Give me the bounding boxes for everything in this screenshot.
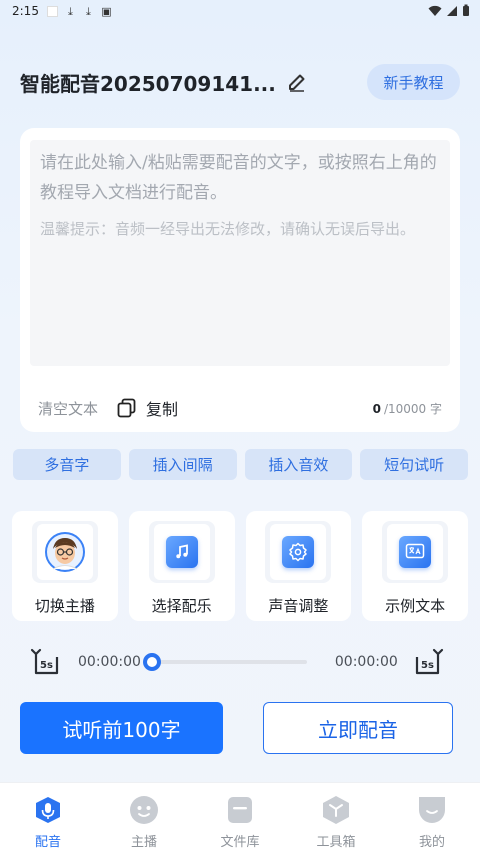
tab-dubbing-label: 配音	[34, 835, 61, 850]
polyphone-button[interactable]: 多音字	[13, 449, 121, 480]
total-time: 00:00:00	[334, 654, 398, 670]
music-note-icon	[165, 536, 198, 568]
tab-library-label: 文件库	[220, 835, 260, 850]
avatar-icon	[44, 532, 85, 572]
char-count: 0	[372, 401, 381, 416]
select-music-inner	[153, 524, 210, 580]
profile-face-icon	[419, 797, 445, 823]
tab-anchor-label: 主播	[130, 835, 157, 850]
insert-sound-effect-button[interactable]: 插入音效	[244, 449, 353, 480]
tutorial-button[interactable]: 新手教程	[367, 64, 460, 100]
copy-icon	[117, 398, 136, 418]
copy-button[interactable]: 复制	[116, 396, 178, 420]
tab-dubbing[interactable]: 配音	[0, 783, 96, 855]
voice-adjust-inner	[270, 524, 327, 580]
app-notification-icon: ▣	[101, 4, 112, 18]
sample-text-frame	[382, 521, 449, 583]
microphone-icon	[36, 797, 60, 823]
tab-anchor[interactable]: 主播	[96, 783, 192, 855]
editor-placeholder: 请在此处输入/粘贴需要配音的文字，或按照右上角的教程导入文档进行配音。	[40, 153, 437, 203]
sentence-preview-button[interactable]: 短句试听	[360, 449, 468, 480]
current-time: 00:00:00	[78, 654, 141, 670]
switch-anchor-frame	[31, 521, 98, 583]
translate-icon	[399, 536, 432, 568]
folder-icon	[228, 797, 252, 823]
tool-bar: 多音字 插入间隔 插入音效 短句试听	[13, 449, 468, 480]
download-icon: ⤓	[68, 4, 73, 18]
bottom-tab-bar: 配音 主播 文件库 工具箱 我的	[0, 782, 480, 855]
tab-toolbox[interactable]: 工具箱	[288, 783, 384, 855]
switch-anchor-card[interactable]: 切换主播	[12, 511, 118, 621]
gear-icon	[282, 536, 315, 568]
header: 智能配音20250709141... 新手教程	[20, 60, 460, 104]
feature-grid: 切换主播 选择配乐 声音调整 示例文本	[12, 511, 468, 621]
tab-toolbox-label: 工具箱	[316, 835, 356, 850]
voice-adjust-frame	[265, 521, 332, 583]
status-time: 2:15	[12, 4, 39, 18]
select-music-label: 选择配乐	[151, 597, 212, 615]
editor-tip: 温馨提示：音频一经导出无法修改，请确认无误后导出。	[40, 220, 416, 238]
select-music-frame	[148, 521, 215, 583]
rewind-label: 5s	[40, 660, 53, 671]
switch-anchor-inner	[36, 524, 93, 580]
char-counter: 0/10000 字	[373, 400, 442, 417]
voice-adjust-card[interactable]: 声音调整	[245, 511, 352, 621]
sample-text-label: 示例文本	[385, 597, 446, 615]
sample-text-card[interactable]: 示例文本	[362, 511, 468, 621]
tab-profile[interactable]: 我的	[384, 783, 480, 855]
select-music-card[interactable]: 选择配乐	[128, 511, 235, 621]
progress-track[interactable]	[142, 653, 307, 671]
wifi-icon	[428, 5, 442, 16]
switch-anchor-label: 切换主播	[34, 597, 95, 615]
signal-icon	[447, 5, 457, 16]
toolbox-icon	[323, 796, 349, 824]
download-icon: ⤓	[86, 4, 91, 18]
insert-pause-button[interactable]: 插入间隔	[128, 449, 237, 480]
editor-footer: 清空文本 复制 0/10000 字	[38, 396, 442, 420]
preview-button[interactable]: 试听前100字	[20, 702, 223, 754]
text-input[interactable]: 请在此处输入/粘贴需要配音的文字，或按照右上角的教程导入文档进行配音。 温馨提示…	[30, 140, 450, 366]
pencil-icon[interactable]	[286, 71, 308, 93]
editor-card: 请在此处输入/粘贴需要配音的文字，或按照右上角的教程导入文档进行配音。 温馨提示…	[20, 128, 460, 432]
dub-now-button[interactable]: 立即配音	[263, 702, 453, 754]
smiley-face-icon	[130, 796, 158, 824]
tab-library[interactable]: 文件库	[192, 783, 288, 855]
status-bar: 2:15 ⤓ ⤓ ▣	[0, 0, 480, 22]
char-limit: /10000 字	[383, 401, 442, 416]
copy-label: 复制	[146, 400, 179, 419]
audio-player: 5s 00:00:00 00:00:00 5s	[30, 647, 450, 677]
tab-profile-label: 我的	[418, 835, 445, 850]
voice-adjust-label: 声音调整	[268, 597, 329, 615]
sample-text-inner	[387, 524, 444, 580]
rewind-5s-icon[interactable]: 5s	[30, 647, 62, 677]
battery-icon	[463, 4, 469, 16]
forward-5s-icon[interactable]: 5s	[412, 647, 444, 677]
project-title[interactable]: 智能配音20250709141...	[20, 68, 276, 97]
clear-text-button[interactable]: 清空文本	[38, 398, 98, 419]
forward-label: 5s	[421, 660, 434, 671]
notification-icon	[46, 5, 58, 17]
progress-thumb[interactable]	[142, 653, 161, 671]
